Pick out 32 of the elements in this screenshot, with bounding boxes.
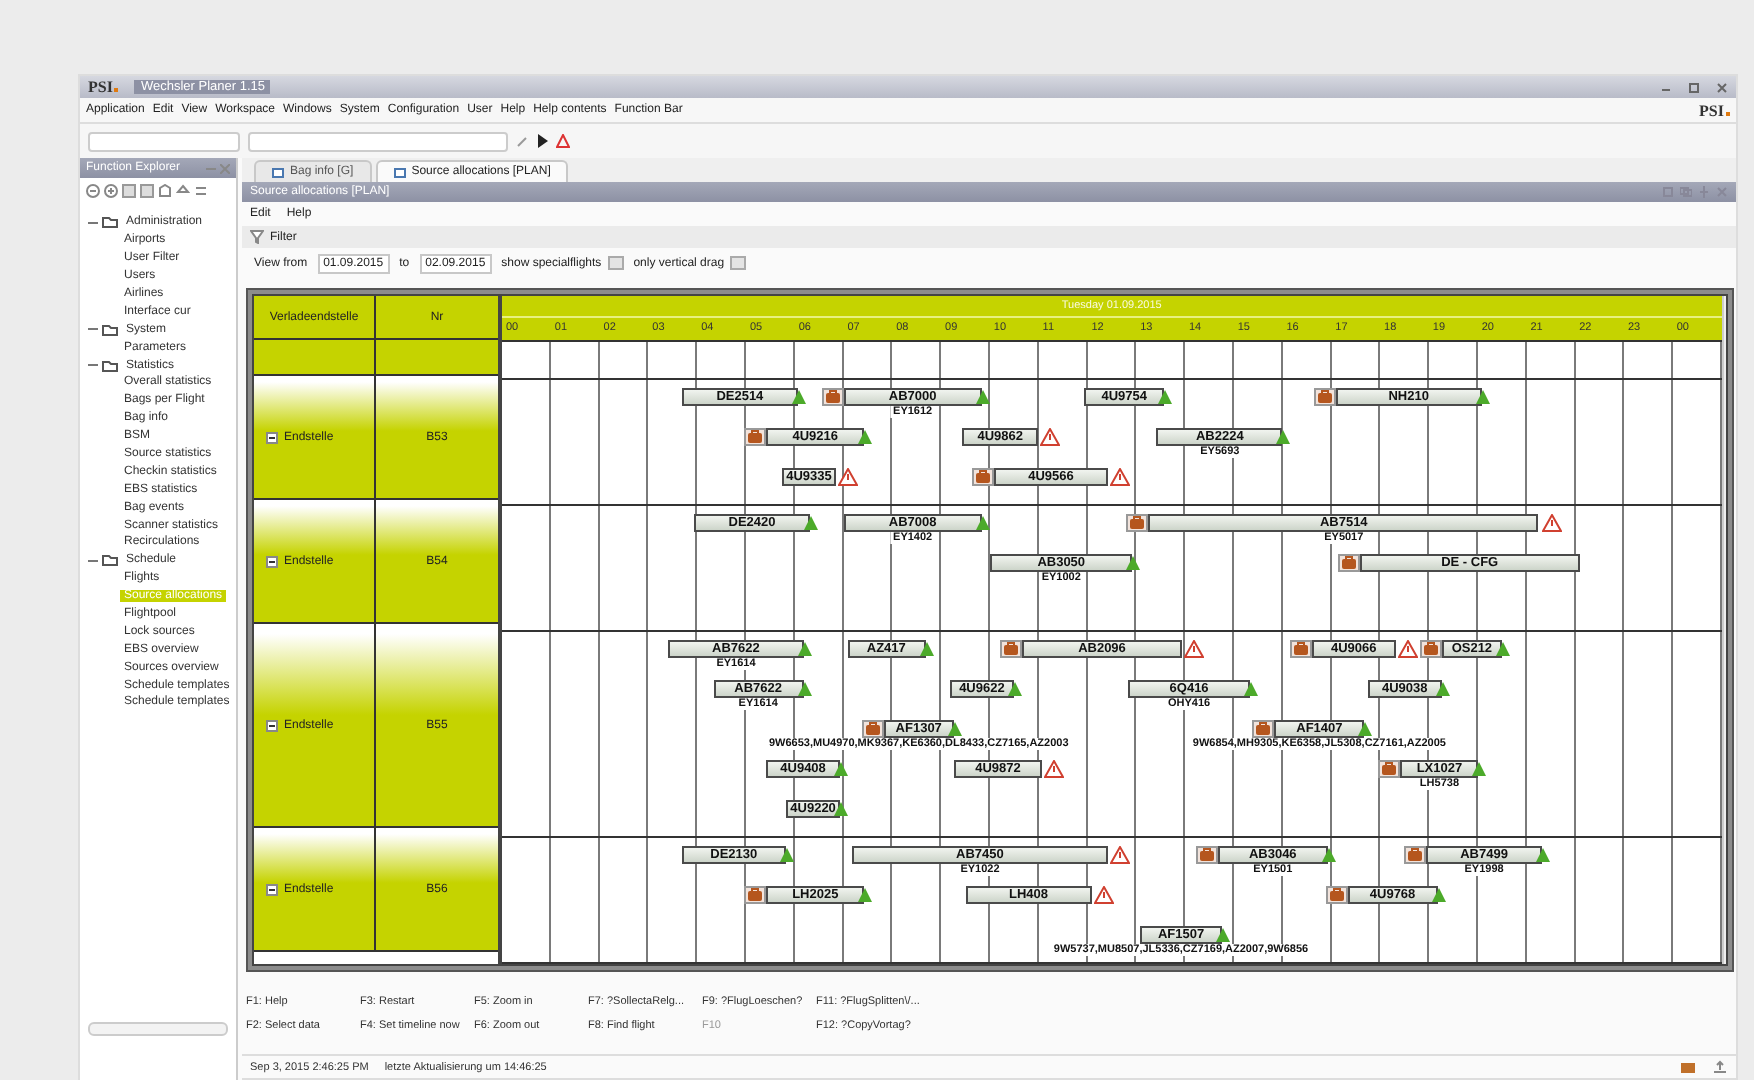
- lines-icon[interactable]: [194, 184, 208, 198]
- house-icon[interactable]: [158, 184, 172, 198]
- checkbox[interactable]: [607, 256, 624, 270]
- logo: PSI: [88, 78, 119, 96]
- upload-icon[interactable]: [1712, 1060, 1728, 1074]
- warning-icon[interactable]: [556, 134, 570, 148]
- collapse-icon[interactable]: [266, 719, 278, 731]
- collapse-icon[interactable]: [266, 555, 278, 567]
- box-icon[interactable]: [1680, 1060, 1696, 1074]
- folder-icon: [102, 359, 118, 372]
- input-field[interactable]: [88, 131, 240, 151]
- square-icon[interactable]: [122, 184, 136, 198]
- folder-icon: [102, 323, 118, 336]
- close-icon[interactable]: [1716, 81, 1728, 93]
- play-icon[interactable]: [536, 134, 548, 148]
- logo: PSI: [1699, 101, 1730, 119]
- maximize-icon[interactable]: [1688, 81, 1700, 93]
- folder-icon: [102, 554, 118, 567]
- square-icon[interactable]: [140, 184, 154, 198]
- expand-icon[interactable]: [104, 184, 118, 198]
- window-icon: [393, 167, 406, 177]
- window-icon: [272, 167, 284, 177]
- checkbox[interactable]: [730, 256, 747, 270]
- arrow-icon[interactable]: [176, 184, 190, 198]
- pencil-icon[interactable]: [516, 135, 528, 147]
- horizontal-scrollbar[interactable]: [88, 1022, 228, 1036]
- collapse-icon[interactable]: [266, 431, 278, 443]
- vertical-scrollbar[interactable]: [1721, 296, 1726, 964]
- input-field[interactable]: [248, 131, 508, 151]
- folder-icon: [102, 216, 118, 229]
- funnel-icon[interactable]: [250, 230, 264, 244]
- collapse-icon[interactable]: [266, 883, 278, 895]
